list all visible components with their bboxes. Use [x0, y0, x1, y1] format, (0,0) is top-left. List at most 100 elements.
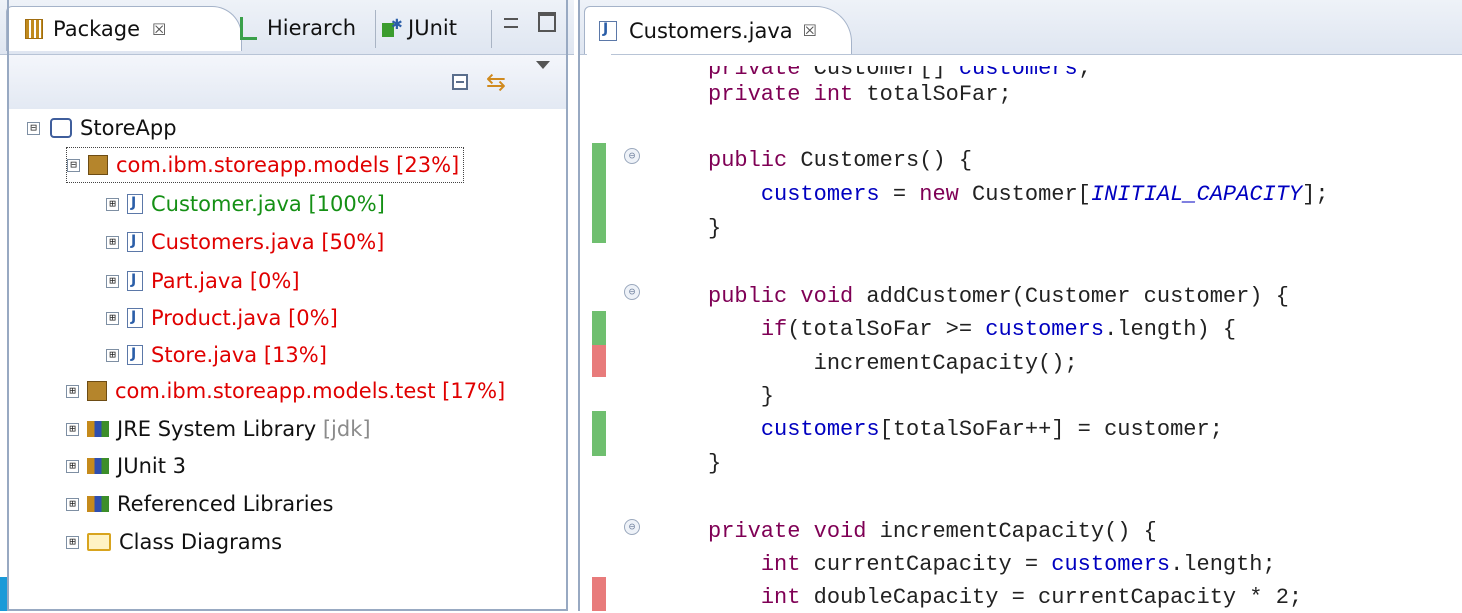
folder-icon — [87, 533, 111, 551]
collapse-all-icon[interactable] — [452, 74, 468, 90]
coverage-marker-uncovered — [592, 345, 606, 377]
expand-icon[interactable]: ⊞ — [106, 348, 119, 362]
view-menu-icon[interactable] — [536, 61, 550, 69]
tree-label: Customers.java — [151, 230, 315, 254]
collapse-icon[interactable]: ⊟ — [27, 121, 40, 135]
package-icon — [88, 155, 108, 175]
tree-item-referenced-libraries[interactable]: ⊞ Referenced Libraries — [66, 487, 333, 521]
tab-junit[interactable]: ✱ JUnit — [382, 6, 457, 50]
corner-accent — [0, 577, 7, 611]
code-line[interactable]: } — [708, 214, 721, 244]
tree-label: JUnit 3 — [117, 454, 186, 478]
code-line[interactable]: incrementCapacity(); — [708, 349, 1078, 379]
tree-item-product-java[interactable]: ⊞ Product.java [0%] — [106, 301, 338, 335]
link-with-editor-icon[interactable]: ⇆ — [486, 69, 514, 95]
java-file-icon — [127, 308, 143, 328]
tree-item-part-java[interactable]: ⊞ Part.java [0%] — [106, 264, 300, 298]
coverage-marker-covered — [592, 411, 606, 456]
coverage-percent: [0%] — [249, 269, 300, 293]
tab-divider — [491, 10, 492, 48]
tree-label: com.ibm.storeapp.models.test — [115, 379, 436, 403]
coverage-percent: [17%] — [442, 379, 506, 403]
editor-tab-bar: J Customers.java ☒ — [578, 0, 1462, 55]
tree-item-jre-library[interactable]: ⊞ JRE System Library [jdk] — [66, 412, 371, 446]
tree-item-class-diagrams[interactable]: ⊞ Class Diagrams — [66, 525, 282, 559]
expand-icon[interactable]: ⊞ — [106, 235, 119, 249]
collapse-icon[interactable]: ⊟ — [67, 158, 80, 172]
hierarchy-icon — [240, 16, 257, 40]
library-icon — [87, 421, 109, 437]
expand-icon[interactable]: ⊞ — [66, 384, 79, 398]
code-line[interactable]: public void addCustomer(Customer custome… — [708, 282, 1289, 312]
coverage-percent: [13%] — [263, 343, 327, 367]
tree-label: Customer.java — [151, 192, 302, 216]
expand-icon[interactable]: ⊞ — [66, 497, 79, 511]
tree-item-customers-java[interactable]: ⊞ Customers.java [50%] — [106, 225, 384, 259]
tree-label: JRE System Library — [117, 417, 317, 441]
expand-icon[interactable]: ⊞ — [66, 535, 79, 549]
coverage-percent: [100%] — [308, 192, 385, 216]
java-file-icon: J — [599, 20, 617, 41]
tree-item-package-models-test[interactable]: ⊞ com.ibm.storeapp.models.test [17%] — [66, 374, 505, 408]
tree-label: Part.java — [151, 269, 244, 293]
close-icon[interactable]: ☒ — [803, 21, 817, 40]
tree-label: Store.java — [151, 343, 258, 367]
package-explorer-icon — [25, 19, 43, 39]
code-line[interactable]: } — [708, 382, 774, 412]
code-line[interactable]: customers[totalSoFar++] = customer; — [708, 415, 1223, 445]
library-icon — [87, 458, 109, 474]
tab-divider — [375, 10, 376, 48]
fold-collapse-icon[interactable]: ⊖ — [624, 519, 640, 535]
junit-icon: ✱ — [382, 17, 403, 39]
code-line[interactable]: } — [708, 449, 721, 479]
tab-package-explorer[interactable]: Package ☒ — [6, 6, 242, 51]
code-line[interactable]: int currentCapacity = customers.length; — [708, 550, 1276, 580]
tree-item-junit3[interactable]: ⊞ JUnit 3 — [66, 449, 186, 483]
left-view-toolbar: ⇆ — [8, 55, 568, 109]
coverage-marker-covered — [592, 143, 606, 243]
tree-label: Class Diagrams — [119, 530, 283, 554]
tab-customers-java[interactable]: J Customers.java ☒ — [584, 6, 852, 54]
project-icon — [50, 118, 72, 138]
expand-icon[interactable]: ⊞ — [66, 422, 79, 436]
fold-collapse-icon[interactable]: ⊖ — [624, 148, 640, 164]
code-line[interactable]: public Customers() { — [708, 146, 972, 176]
tree-label: Referenced Libraries — [117, 492, 334, 516]
expand-icon[interactable]: ⊞ — [106, 311, 119, 325]
library-tag: [jdk] — [322, 417, 371, 441]
tree-item-store-java[interactable]: ⊞ Store.java [13%] — [106, 338, 327, 372]
editor-tab-label: Customers.java — [629, 18, 793, 43]
tab-hierarchy-label: Hierarch — [267, 16, 357, 40]
expand-icon[interactable]: ⊞ — [66, 459, 79, 473]
tab-hierarchy[interactable]: Hierarch — [240, 6, 356, 50]
tab-package-label: Package — [53, 17, 141, 41]
minimize-icon[interactable] — [504, 18, 518, 28]
left-tab-bar: Package ☒ Hierarch ✱ JUnit — [0, 0, 574, 55]
tree-item-package-models[interactable]: ⊟ com.ibm.storeapp.models [23%] — [66, 147, 465, 183]
code-line[interactable]: private int totalSoFar; — [708, 80, 1012, 110]
tree-item-project[interactable]: ⊟ StoreApp — [27, 111, 177, 145]
java-file-icon — [127, 232, 143, 252]
code-line[interactable]: private void incrementCapacity() { — [708, 517, 1157, 547]
code-line[interactable]: if(totalSoFar >= customers.length) { — [708, 315, 1236, 345]
expand-icon[interactable]: ⊞ — [106, 197, 119, 211]
java-file-icon — [127, 194, 143, 214]
maximize-icon[interactable] — [538, 12, 556, 32]
code-line[interactable]: int doubleCapacity = currentCapacity * 2… — [708, 583, 1302, 613]
coverage-marker-covered — [592, 311, 606, 345]
code-line[interactable]: customers = new Customer[INITIAL_CAPACIT… — [708, 180, 1329, 210]
library-icon — [87, 496, 109, 512]
tree-label: com.ibm.storeapp.models — [116, 153, 390, 177]
fold-collapse-icon[interactable]: ⊖ — [624, 284, 640, 300]
coverage-percent: [0%] — [288, 306, 338, 330]
package-icon — [87, 381, 107, 401]
java-file-icon — [127, 345, 143, 365]
tree-item-customer-java[interactable]: ⊞ Customer.java [100%] — [106, 187, 385, 221]
close-icon[interactable]: ☒ — [152, 20, 166, 39]
coverage-marker-uncovered — [592, 577, 606, 611]
java-file-icon — [127, 271, 143, 291]
expand-icon[interactable]: ⊞ — [106, 274, 119, 288]
coverage-percent: [50%] — [321, 230, 385, 254]
coverage-percent: [23%] — [396, 153, 460, 177]
tree-label: Product.java — [151, 306, 282, 330]
